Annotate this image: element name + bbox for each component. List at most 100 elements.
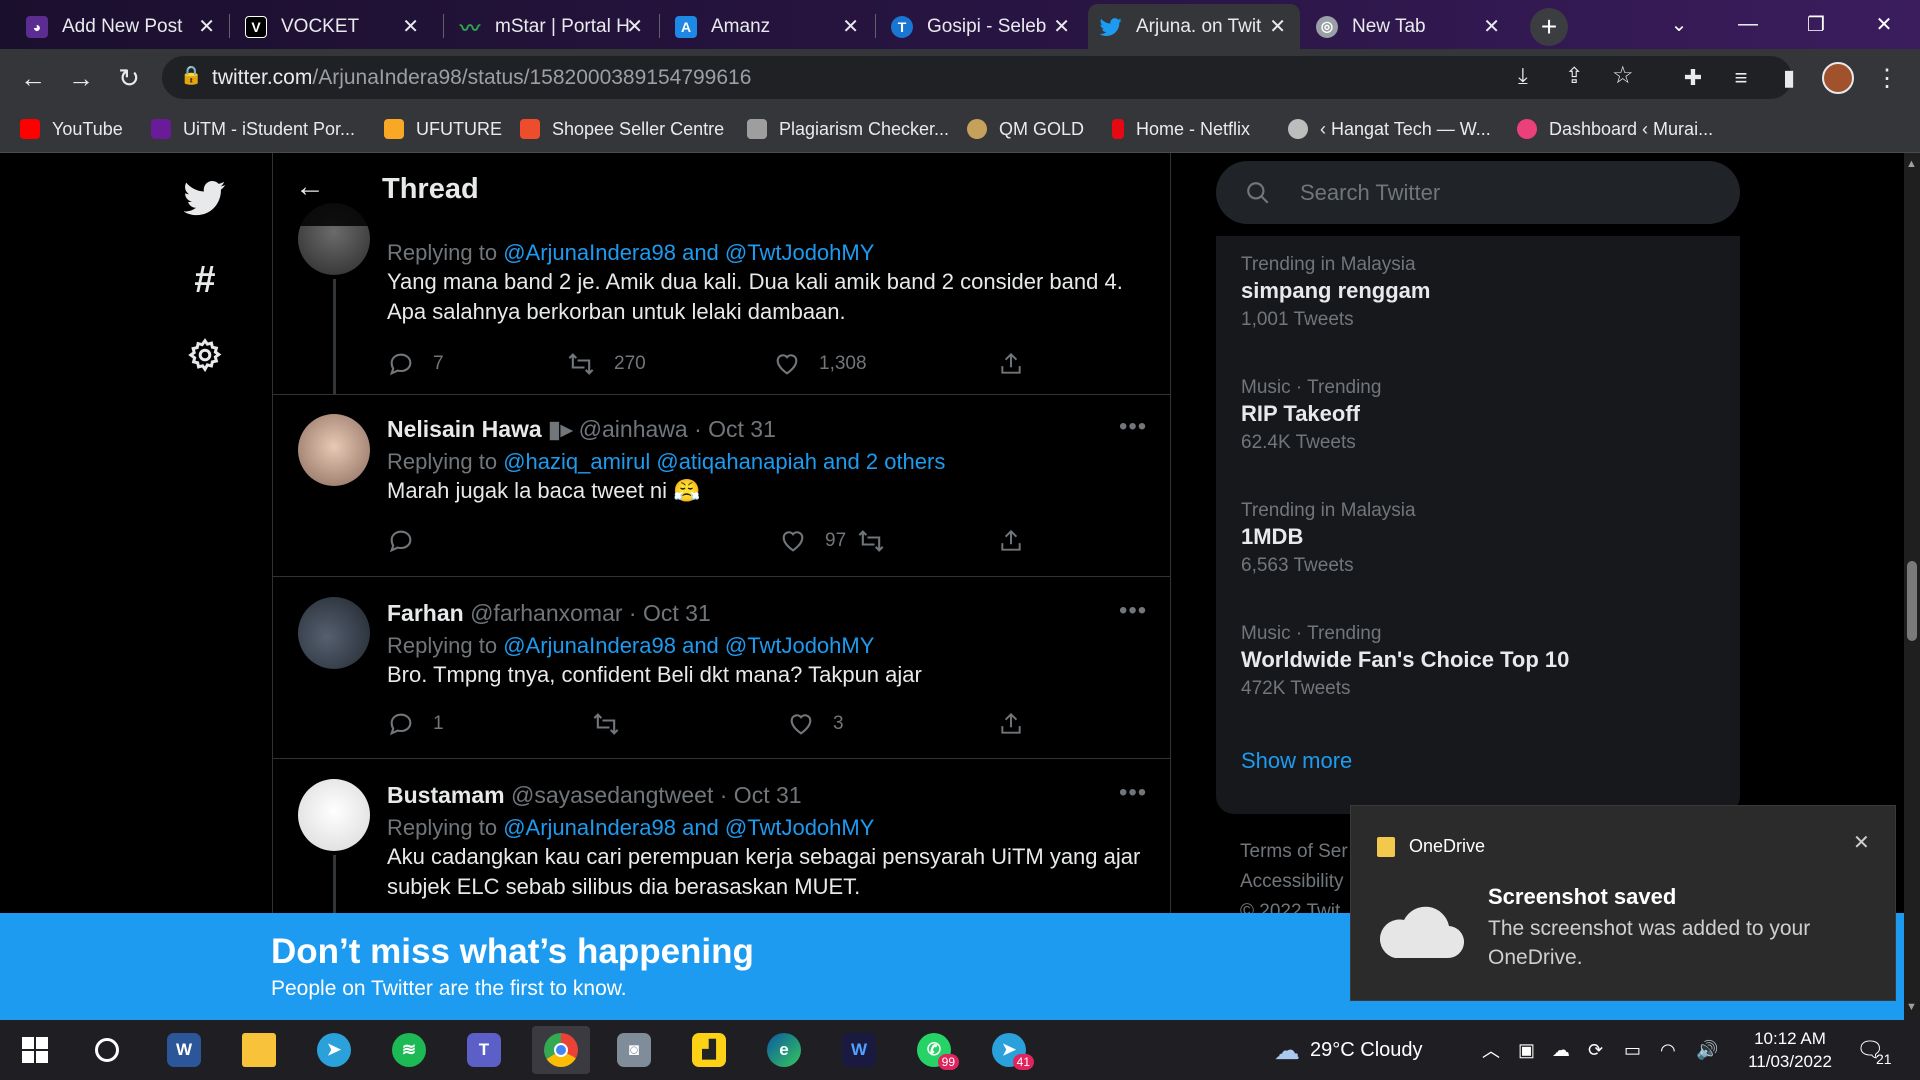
avatar[interactable] (298, 779, 370, 851)
retweet-button[interactable] (591, 710, 639, 738)
scrollbar-thumb[interactable] (1907, 561, 1917, 641)
reply-button[interactable] (387, 527, 433, 555)
footer-terms-link[interactable]: Terms of Ser (1240, 841, 1348, 863)
tab-gosipi[interactable]: T Gosipi - Seleb ✕ (879, 4, 1084, 49)
settings-gear-icon[interactable] (180, 330, 230, 380)
more-options-icon[interactable]: ••• (1119, 779, 1147, 807)
new-tab-button[interactable]: + (1530, 8, 1568, 46)
wattpad-app-icon[interactable]: W (830, 1026, 888, 1074)
page-scrollbar[interactable]: ▲ ▼ (1904, 153, 1920, 1020)
telegram-app-icon[interactable]: ➤ (305, 1026, 363, 1074)
extensions-icon[interactable]: ✚ (1674, 59, 1712, 97)
more-options-icon[interactable]: ••• (1119, 413, 1147, 441)
spotify-app-icon[interactable]: ≋ (380, 1026, 438, 1074)
mention-link[interactable]: @ArjunaIndera98 and @TwtJodohMY (503, 815, 874, 840)
bookmark-youtube[interactable]: YouTube (20, 115, 123, 143)
retweet-button[interactable] (856, 527, 904, 555)
avatar[interactable] (298, 414, 370, 486)
sync-icon[interactable]: ⟳ (1588, 1020, 1603, 1080)
minimize-button[interactable]: — (1714, 0, 1782, 49)
tab-amanz[interactable]: A Amanz ✕ (663, 4, 873, 49)
close-icon[interactable]: ✕ (402, 14, 419, 39)
like-button[interactable]: 3 (787, 710, 844, 738)
tab-new-tab[interactable]: ◎ New Tab ✕ (1304, 4, 1514, 49)
show-hidden-icons[interactable]: ︿ (1482, 1020, 1500, 1080)
scroll-up-icon[interactable]: ▲ (1906, 158, 1917, 170)
back-arrow-icon[interactable]: ← (14, 59, 52, 97)
menu-kebab-icon[interactable]: ⋮ (1868, 59, 1906, 97)
bookmark-shopee[interactable]: Shopee Seller Centre (520, 115, 724, 143)
tab-vocket[interactable]: V VOCKET ✕ (233, 4, 433, 49)
tab-add-new-post[interactable]: ◕ Add New Post ✕ (14, 4, 229, 49)
bookmark-netflix[interactable]: Home - Netflix (1112, 115, 1250, 143)
retweet-button[interactable]: 270 (566, 350, 646, 378)
bookmark-plagiarism[interactable]: Plagiarism Checker... (747, 115, 949, 143)
onedrive-notification[interactable]: OneDrive ✕ Screenshot saved The screensh… (1350, 805, 1896, 1001)
weather-widget[interactable]: ☁ 29°C Cloudy (1274, 1020, 1423, 1080)
media-control-icon[interactable]: ≡ (1722, 59, 1760, 97)
telegram-desktop-app-icon[interactable]: ➤ 41 (980, 1026, 1038, 1074)
tweet-author[interactable]: Farhan @farhanxomar · Oct 31 (387, 600, 711, 627)
twitter-logo-icon[interactable] (180, 173, 230, 223)
bookmark-qm-gold[interactable]: QM GOLD (967, 115, 1084, 143)
share-button[interactable] (998, 527, 1042, 555)
notification-center[interactable]: 🗨 21 (1856, 1020, 1892, 1080)
reply-button[interactable]: 1 (387, 710, 444, 738)
wifi-icon[interactable]: ◠ (1660, 1020, 1676, 1080)
address-bar[interactable]: 🔒 twitter.com/ArjunaIndera98/status/1582… (162, 56, 1792, 99)
like-button[interactable]: 97 (779, 527, 846, 555)
share-button[interactable] (998, 350, 1042, 378)
like-button[interactable]: 1,308 (773, 350, 867, 378)
sticky-notes-app-icon[interactable]: ▟ (680, 1026, 738, 1074)
tweet[interactable]: Farhan @farhanxomar · Oct 31 ••• Replyin… (273, 577, 1170, 759)
tweet-author[interactable]: Bustamam @sayasedangtweet · Oct 31 (387, 782, 802, 809)
back-arrow-icon[interactable]: ← (295, 170, 325, 204)
reload-icon[interactable]: ↻ (110, 59, 148, 97)
file-explorer-icon[interactable] (230, 1026, 288, 1074)
chrome-app-icon[interactable] (532, 1026, 590, 1074)
close-window-button[interactable]: ✕ (1850, 0, 1918, 49)
mention-link[interactable]: @ArjunaIndera98 and @TwtJodohMY (503, 240, 874, 265)
tweet[interactable]: Nelisain Hawa ▮▸ @ainhawa · Oct 31 ••• R… (273, 395, 1170, 577)
cortana-search-icon[interactable] (78, 1026, 136, 1074)
whatsapp-app-icon[interactable]: ✆ 99 (905, 1026, 963, 1074)
share-button[interactable] (998, 710, 1042, 738)
explore-hashtag-icon[interactable]: # (180, 255, 230, 305)
tab-mstar[interactable]: 〰 mStar | Portal H ✕ (447, 4, 657, 49)
screen-tool-app-icon[interactable]: ◙ (605, 1026, 663, 1074)
bookmark-star-icon[interactable]: ☆ (1612, 61, 1634, 90)
share-icon[interactable]: ⇪ (1565, 63, 1583, 89)
close-icon[interactable]: ✕ (1853, 830, 1870, 855)
bookmark-dashboard-murai[interactable]: Dashboard ‹ Murai... (1517, 115, 1713, 143)
install-app-icon[interactable]: ⤓ (1518, 63, 1528, 89)
close-icon[interactable]: ✕ (626, 14, 643, 39)
close-icon[interactable]: ✕ (842, 14, 859, 39)
word-app-icon[interactable]: W (155, 1026, 213, 1074)
edge-app-icon[interactable]: e (755, 1026, 813, 1074)
footer-accessibility-link[interactable]: Accessibility (1240, 871, 1343, 893)
lock-icon[interactable]: 🔒 (180, 65, 202, 86)
bookmark-ufuture[interactable]: UFUTURE (384, 115, 502, 143)
avatar[interactable] (298, 597, 370, 669)
forward-arrow-icon[interactable]: → (62, 59, 100, 97)
restore-button[interactable]: ❐ (1782, 0, 1850, 49)
volume-icon[interactable]: 🔊 (1696, 1020, 1718, 1080)
search-box[interactable]: Search Twitter (1216, 161, 1740, 224)
bookmark-uitm[interactable]: UiTM - iStudent Por... (151, 115, 355, 143)
close-icon[interactable]: ✕ (1269, 14, 1286, 39)
close-icon[interactable]: ✕ (198, 14, 215, 39)
clock[interactable]: 10:12 AM 11/03/2022 (1740, 1020, 1840, 1080)
mention-link[interactable]: @ArjunaIndera98 and @TwtJodohMY (503, 633, 874, 658)
show-more-link[interactable]: Show more (1241, 748, 1352, 774)
tab-search-icon[interactable]: ⌄ (1645, 0, 1713, 49)
profile-avatar[interactable] (1822, 62, 1854, 94)
tab-twitter-active[interactable]: Arjuna. on Twit ✕ (1088, 4, 1300, 49)
bookmark-hangat-tech[interactable]: ‹ Hangat Tech — W... (1288, 115, 1491, 143)
more-options-icon[interactable]: ••• (1119, 597, 1147, 625)
onedrive-tray-icon[interactable]: ☁ (1552, 1020, 1570, 1080)
scroll-down-icon[interactable]: ▼ (1906, 1001, 1917, 1013)
close-icon[interactable]: ✕ (1483, 14, 1500, 39)
meet-now-icon[interactable]: ▣ (1518, 1020, 1535, 1080)
battery-icon[interactable]: ▭ (1624, 1020, 1641, 1080)
tweet-author[interactable]: Nelisain Hawa ▮▸ @ainhawa · Oct 31 (387, 416, 776, 443)
